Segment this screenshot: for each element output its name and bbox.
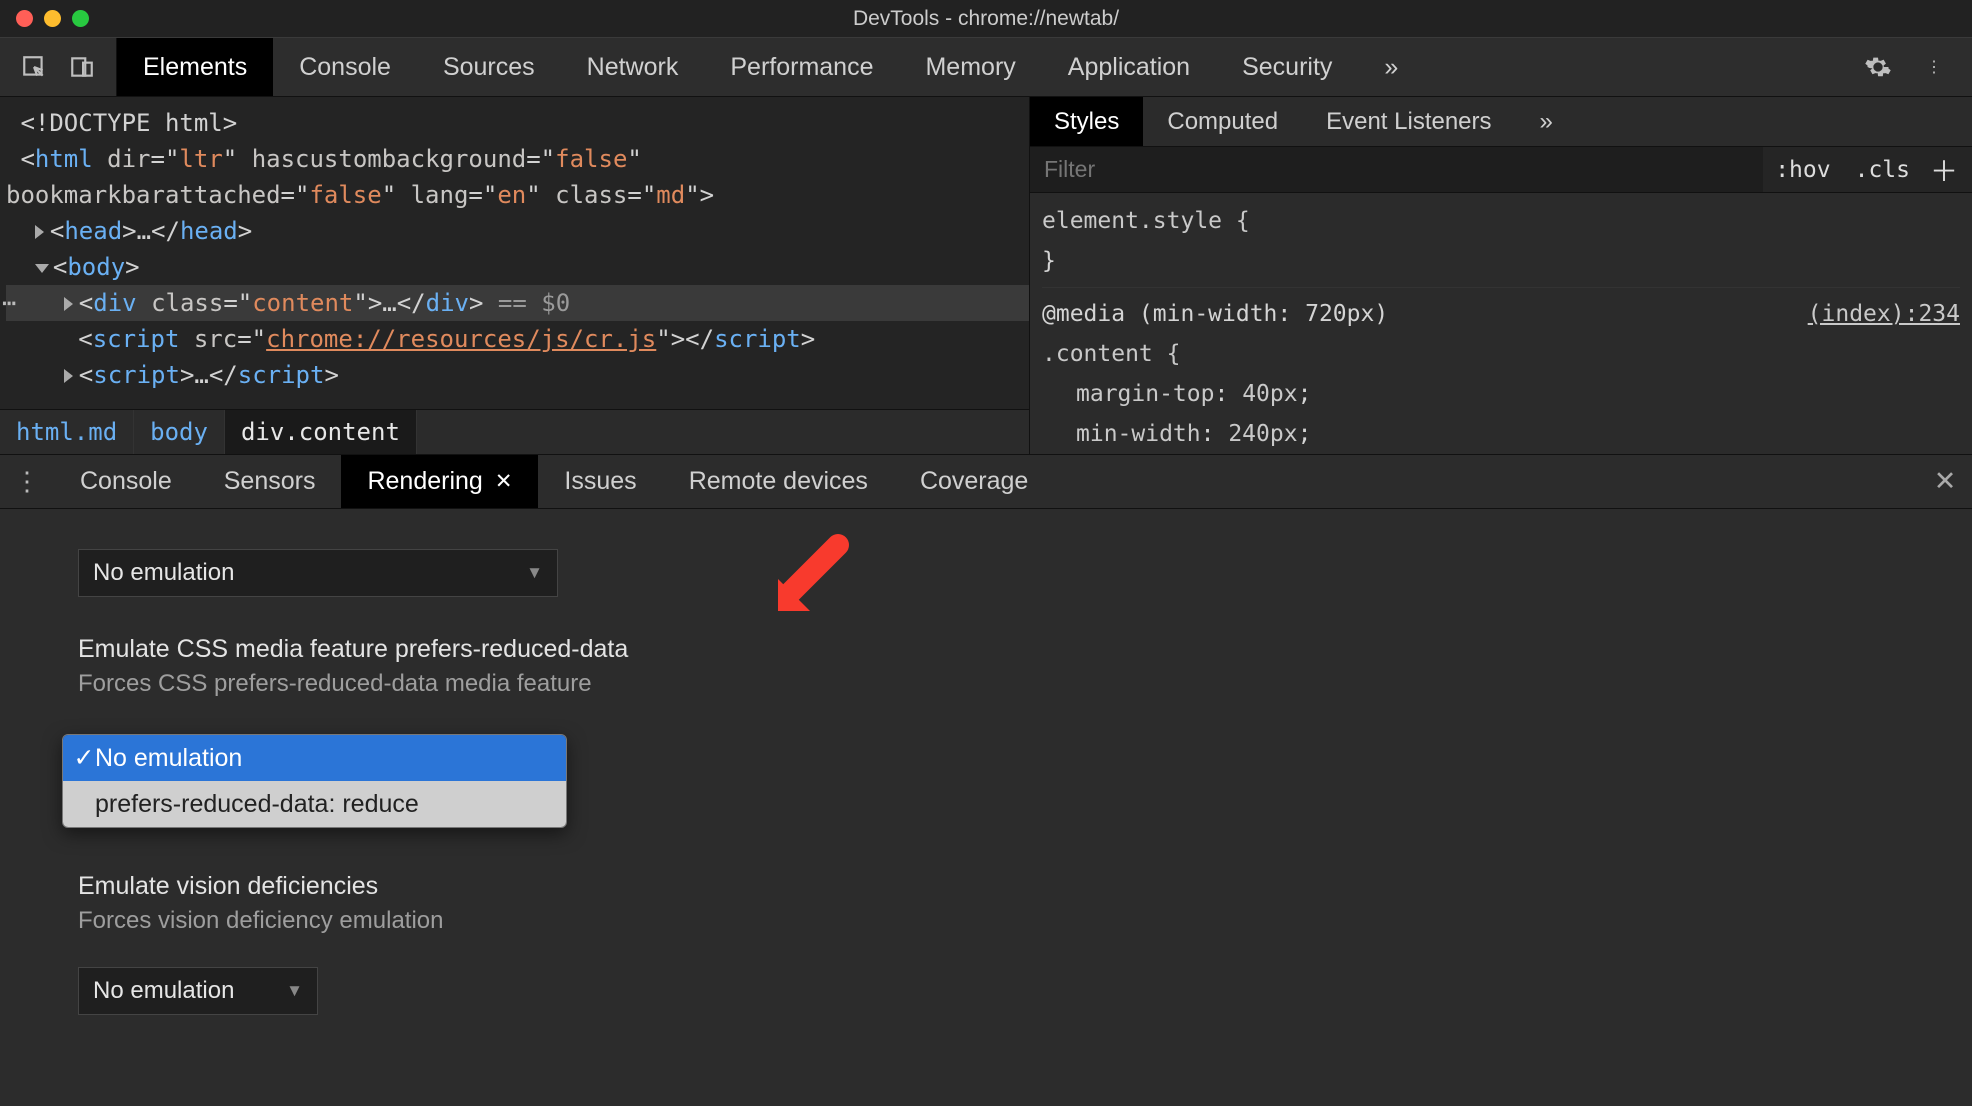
drawer-kebab-icon[interactable]: ⋮ [0,455,54,508]
window-title: DevTools - chrome://newtab/ [0,7,1972,31]
dropdown-option-reduce[interactable]: prefers-reduced-data: reduce [63,781,566,827]
tab-sources[interactable]: Sources [417,38,561,96]
tab-security[interactable]: Security [1216,38,1358,96]
top-emulation-select[interactable]: No emulation ▼ [78,549,558,597]
styles-body[interactable]: element.style { } @media (min-width: 720… [1030,193,1972,454]
cls-toggle[interactable]: .cls [1843,157,1922,183]
chevron-down-icon: ▼ [526,563,543,583]
close-tab-icon[interactable]: ✕ [495,469,513,494]
hov-toggle[interactable]: :hov [1763,157,1842,183]
tab-elements[interactable]: Elements [117,38,273,96]
dom-html-open-1[interactable]: <html dir="ltr" hascustombackground="fal… [6,141,1029,177]
eq-dollar-label: == $0 [498,289,570,317]
dropdown-option-no-emulation[interactable]: ✓ No emulation [63,735,566,781]
drawer-tabs: ⋮ Console Sensors Rendering ✕ Issues Remo… [0,455,1972,509]
dom-script-cr[interactable]: <script src="chrome://resources/js/cr.js… [6,321,1029,357]
dom-html-open-2[interactable]: bookmarkbarattached="false" lang="en" cl… [6,177,1029,213]
check-icon: ✓ [73,743,95,773]
styles-tabs: Styles Computed Event Listeners » [1030,97,1972,147]
elements-panel: <!DOCTYPE html> <html dir="ltr" hascusto… [0,97,1030,454]
prefers-reduced-data-desc: Forces CSS prefers-reduced-data media fe… [78,670,1972,698]
prefers-reduced-data-title: Emulate CSS media feature prefers-reduce… [78,635,1972,664]
titlebar: DevTools - chrome://newtab/ [0,0,1972,38]
drawer-tab-remote[interactable]: Remote devices [663,455,894,508]
tab-console[interactable]: Console [273,38,417,96]
vision-deficiencies-desc: Forces vision deficiency emulation [78,907,1972,935]
tab-styles[interactable]: Styles [1030,97,1143,146]
dom-body[interactable]: <body> [6,249,1029,285]
top-emulation-value: No emulation [93,559,234,587]
styles-panel: Styles Computed Event Listeners » :hov .… [1030,97,1972,454]
filter-row: :hov .cls ＋ [1030,147,1972,193]
window-controls [0,10,89,27]
drawer: ⋮ Console Sensors Rendering ✕ Issues Remo… [0,455,1972,1106]
chevron-down-icon: ▼ [286,981,303,1001]
drawer-tab-issues[interactable]: Issues [538,455,662,508]
top-tabs: Elements Console Sources Network Perform… [117,38,1840,96]
dom-script-inline[interactable]: <script>…</script> [6,357,1029,393]
breadcrumb-html[interactable]: html.md [0,410,134,454]
toolbar-left-icons [0,38,117,96]
tab-application[interactable]: Application [1042,38,1216,96]
breadcrumb-body[interactable]: body [134,410,225,454]
tab-network[interactable]: Network [561,38,705,96]
rendering-body: No emulation ▼ Emulate CSS media feature… [0,509,1972,1015]
drawer-tab-sensors[interactable]: Sensors [198,455,342,508]
main-content: <!DOCTYPE html> <html dir="ltr" hascusto… [0,97,1972,1106]
style-source-link[interactable]: (index):234 [1808,296,1960,332]
drawer-tab-console[interactable]: Console [54,455,198,508]
minimize-window-button[interactable] [44,10,61,27]
content-selector[interactable]: .content { [1042,334,1960,374]
close-window-button[interactable] [16,10,33,27]
brace-close-1: } [1042,241,1960,281]
device-toolbar-icon[interactable] [68,53,96,81]
top-pane: <!DOCTYPE html> <html dir="ltr" hascusto… [0,97,1972,455]
toolbar-right: ⋮ [1840,38,1972,96]
dom-content-selected[interactable]: ⋯ <div class="content">…</div> == $0 [6,285,1029,321]
vision-emulation-select[interactable]: No emulation ▼ [78,967,318,1015]
dom-head[interactable]: <head>…</head> [6,213,1029,249]
dropdown-option-1-label: No emulation [95,744,242,773]
styles-tabs-overflow-icon[interactable]: » [1516,97,1577,146]
tab-memory[interactable]: Memory [899,38,1041,96]
drawer-tab-coverage[interactable]: Coverage [894,455,1054,508]
main-toolbar: Elements Console Sources Network Perform… [0,38,1972,97]
maximize-window-button[interactable] [72,10,89,27]
drawer-tab-rendering[interactable]: Rendering ✕ [341,455,538,508]
vision-emulation-value: No emulation [93,977,234,1005]
kebab-menu-icon[interactable]: ⋮ [1920,53,1948,81]
tab-computed[interactable]: Computed [1143,97,1302,146]
element-style-selector[interactable]: element.style { [1042,201,1960,241]
filter-input[interactable] [1030,147,1763,192]
settings-icon[interactable] [1864,53,1892,81]
media-query: @media (min-width: 720px) (index):234 [1042,294,1960,334]
hover-dots-icon: ⋯ [2,285,16,321]
tab-performance[interactable]: Performance [704,38,899,96]
new-rule-icon[interactable]: ＋ [1922,150,1972,190]
annotation-arrow-icon [760,531,860,631]
dropdown-option-2-label: prefers-reduced-data: reduce [95,790,419,819]
decl-margin-top[interactable]: margin-top: 40px; [1042,374,1960,414]
inspect-icon[interactable] [20,53,48,81]
vision-deficiencies-title: Emulate vision deficiencies [78,872,1972,901]
dom-tree[interactable]: <!DOCTYPE html> <html dir="ltr" hascusto… [0,97,1029,409]
prefers-reduced-data-dropdown[interactable]: ✓ No emulation prefers-reduced-data: red… [62,734,567,828]
breadcrumb: html.md body div.content [0,409,1029,454]
tab-event-listeners[interactable]: Event Listeners [1302,97,1515,146]
drawer-tab-rendering-label: Rendering [367,467,482,496]
tabs-overflow-icon[interactable]: » [1358,38,1424,96]
dom-doctype[interactable]: <!DOCTYPE html> [6,105,1029,141]
drawer-close-icon[interactable]: ✕ [1918,455,1972,508]
decl-min-width[interactable]: min-width: 240px; [1042,414,1960,454]
breadcrumb-content[interactable]: div.content [225,410,417,454]
